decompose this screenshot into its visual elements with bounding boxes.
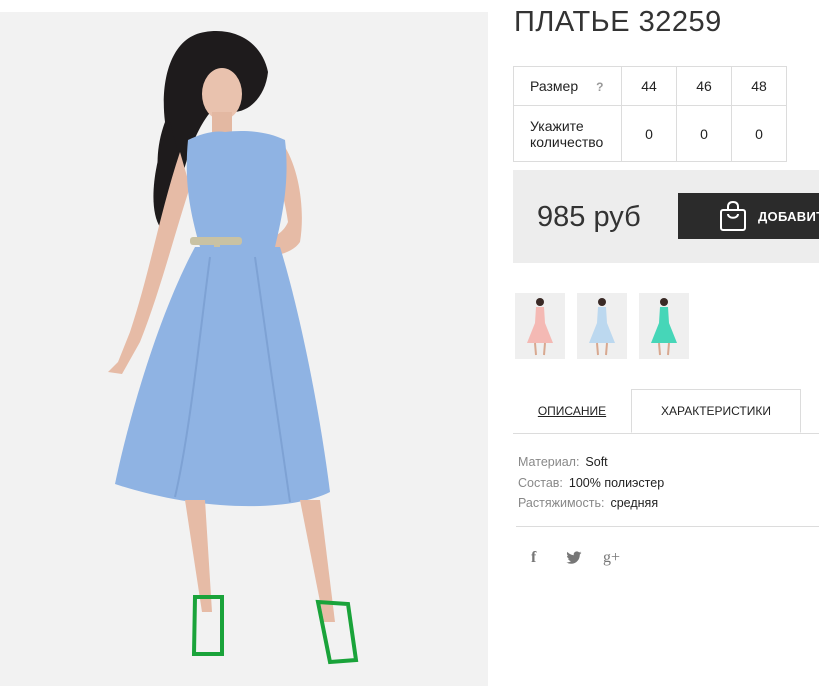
twitter-icon[interactable] [566, 551, 582, 570]
shopping-bag-icon [720, 201, 746, 231]
spec-value: Soft [585, 455, 608, 469]
color-thumbnail-mint[interactable] [639, 293, 689, 359]
dress-pink-icon [527, 298, 553, 356]
size-option-44[interactable]: 44 [621, 66, 677, 106]
spec-row-material: Материал: Soft [518, 452, 664, 473]
size-row: Размер? 44 46 48 [513, 66, 787, 106]
size-label: Размер [530, 78, 579, 94]
product-tabs: ОПИСАНИЕ ХАРАКТЕРИСТИКИ [513, 389, 819, 434]
specs-divider [516, 526, 819, 527]
quantity-label-line2: количество [530, 133, 604, 150]
tab-characteristics[interactable]: ХАРАКТЕРИСТИКИ [631, 389, 801, 433]
specs-list: Материал: Soft Состав: 100% полиэстер Раст… [518, 452, 664, 514]
add-to-cart-label: ДОБАВИТЬ [758, 208, 819, 224]
spec-row-stretch: Растяжимость: средняя [518, 493, 664, 514]
quantity-input-48[interactable]: 0 [731, 105, 787, 162]
spec-key: Материал: [518, 455, 580, 469]
dress-mint-icon [651, 298, 677, 356]
quantity-input-46[interactable]: 0 [676, 105, 732, 162]
color-thumbnail-pink[interactable] [515, 293, 565, 359]
spec-row-composition: Состав: 100% полиэстер [518, 473, 664, 494]
spec-value: средняя [610, 496, 659, 510]
google-plus-icon[interactable]: g+ [603, 549, 620, 567]
quantity-row: Укажите количество 0 0 0 [513, 105, 787, 162]
quantity-label-line1: Укажите [530, 117, 584, 134]
color-thumbnail-blue[interactable] [577, 293, 627, 359]
spec-key: Растяжимость: [518, 496, 605, 510]
spec-key: Состав: [518, 475, 563, 490]
quantity-input-44[interactable]: 0 [621, 105, 677, 162]
quantity-label-cell: Укажите количество [513, 105, 622, 162]
dress-blue-icon [589, 298, 615, 356]
tab-description[interactable]: ОПИСАНИЕ [513, 389, 631, 433]
spec-value: 100% полиэстер [568, 475, 665, 490]
buy-panel: 985 руб ДОБАВИТЬ [513, 170, 819, 263]
product-title: ПЛАТЬЕ 32259 [514, 6, 722, 38]
size-label-cell: Размер? [513, 66, 622, 106]
size-option-46[interactable]: 46 [676, 66, 732, 106]
size-option-48[interactable]: 48 [731, 66, 787, 106]
model-dress-illustration [108, 31, 359, 665]
tabs-divider [513, 433, 819, 434]
size-table: Размер? 44 46 48 Укажите количество 0 0 … [513, 66, 787, 162]
size-help-icon[interactable]: ? [596, 80, 603, 94]
product-photo[interactable] [0, 12, 488, 686]
price: 985 руб [537, 201, 641, 233]
twitter-bird-icon [566, 551, 582, 564]
facebook-icon[interactable]: f [531, 549, 536, 567]
add-to-cart-button[interactable]: ДОБАВИТЬ [678, 193, 819, 239]
